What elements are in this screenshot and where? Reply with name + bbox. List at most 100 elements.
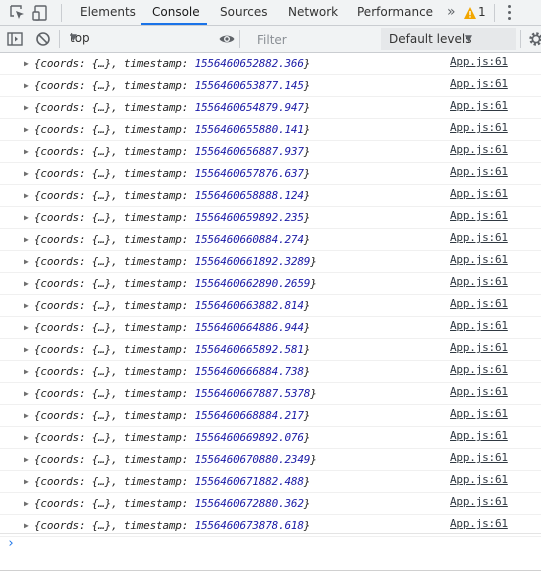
expand-triangle-icon[interactable]: ▶ — [24, 119, 29, 140]
expand-triangle-icon[interactable]: ▶ — [24, 251, 29, 272]
eye-icon[interactable] — [218, 30, 236, 48]
source-link[interactable]: App.js:61 — [450, 205, 508, 226]
expand-triangle-icon[interactable]: ▶ — [24, 383, 29, 404]
expand-triangle-icon[interactable]: ▶ — [24, 471, 29, 492]
log-entry[interactable]: ▶ {coords: {…}, timestamp: 1556460662890.… — [0, 273, 541, 295]
expand-triangle-icon[interactable]: ▶ — [24, 295, 29, 316]
expand-triangle-icon[interactable]: ▶ — [24, 405, 29, 426]
source-link[interactable]: App.js:61 — [450, 491, 508, 512]
more-tabs-button[interactable]: » — [447, 0, 456, 25]
source-link[interactable]: App.js:61 — [450, 183, 508, 204]
source-link[interactable]: App.js:61 — [450, 161, 508, 182]
log-entry[interactable]: ▶ {coords: {…}, timestamp: 1556460659892.… — [0, 207, 541, 229]
tab-performance[interactable]: Performance — [357, 0, 433, 25]
source-link[interactable]: App.js:61 — [450, 315, 508, 336]
log-message[interactable]: {coords: {…}, timestamp: 1556460666884.7… — [34, 361, 310, 382]
inspect-element-icon[interactable] — [9, 4, 27, 22]
source-link[interactable]: App.js:61 — [450, 469, 508, 490]
log-message[interactable]: {coords: {…}, timestamp: 1556460665892.5… — [34, 339, 310, 360]
expand-triangle-icon[interactable]: ▶ — [24, 163, 29, 184]
log-entry[interactable]: ▶ {coords: {…}, timestamp: 1556460666884.… — [0, 361, 541, 383]
source-link[interactable]: App.js:61 — [450, 381, 508, 402]
warning-count[interactable]: 1 — [478, 0, 486, 25]
log-entry[interactable]: ▶ {coords: {…}, timestamp: 1556460668884.… — [0, 405, 541, 427]
expand-triangle-icon[interactable]: ▶ — [24, 207, 29, 228]
log-entry[interactable]: ▶ {coords: {…}, timestamp: 1556460672880.… — [0, 493, 541, 515]
log-entry[interactable]: ▶ {coords: {…}, timestamp: 1556460665892.… — [0, 339, 541, 361]
log-entry[interactable]: ▶ {coords: {…}, timestamp: 1556460660884.… — [0, 229, 541, 251]
source-link[interactable]: App.js:61 — [450, 403, 508, 424]
tab-console[interactable]: Console — [152, 0, 200, 25]
filter-input[interactable] — [248, 29, 380, 50]
expand-triangle-icon[interactable]: ▶ — [24, 229, 29, 250]
log-message[interactable]: {coords: {…}, timestamp: 1556460660884.2… — [34, 229, 310, 250]
log-message[interactable]: {coords: {…}, timestamp: 1556460654879.9… — [34, 97, 310, 118]
log-entry[interactable]: ▶ {coords: {…}, timestamp: 1556460664886.… — [0, 317, 541, 339]
log-message[interactable]: {coords: {…}, timestamp: 1556460652882.3… — [34, 53, 310, 74]
expand-triangle-icon[interactable]: ▶ — [24, 339, 29, 360]
expand-triangle-icon[interactable]: ▶ — [24, 97, 29, 118]
source-link[interactable]: App.js:61 — [450, 51, 508, 72]
log-message[interactable]: {coords: {…}, timestamp: 1556460667887.5… — [34, 383, 317, 404]
source-link[interactable]: App.js:61 — [450, 117, 508, 138]
log-message[interactable]: {coords: {…}, timestamp: 1556460659892.2… — [34, 207, 310, 228]
expand-triangle-icon[interactable]: ▶ — [24, 273, 29, 294]
log-message[interactable]: {coords: {…}, timestamp: 1556460657876.6… — [34, 163, 310, 184]
expand-triangle-icon[interactable]: ▶ — [24, 449, 29, 470]
log-entry[interactable]: ▶ {coords: {…}, timestamp: 1556460658888.… — [0, 185, 541, 207]
log-message[interactable]: {coords: {…}, timestamp: 1556460668884.2… — [34, 405, 310, 426]
tab-network[interactable]: Network — [288, 0, 338, 25]
log-entry[interactable]: ▶ {coords: {…}, timestamp: 1556460655880.… — [0, 119, 541, 141]
log-message[interactable]: {coords: {…}, timestamp: 1556460670880.2… — [34, 449, 317, 470]
log-levels-dropdown[interactable]: Default levels ▼ — [381, 28, 516, 50]
log-message[interactable]: {coords: {…}, timestamp: 1556460663882.8… — [34, 295, 310, 316]
console-prompt[interactable]: › — [0, 533, 541, 555]
source-link[interactable]: App.js:61 — [450, 513, 508, 534]
expand-triangle-icon[interactable]: ▶ — [24, 317, 29, 338]
expand-triangle-icon[interactable]: ▶ — [24, 141, 29, 162]
expand-triangle-icon[interactable]: ▶ — [24, 493, 29, 514]
source-link[interactable]: App.js:61 — [450, 95, 508, 116]
log-entry[interactable]: ▶ {coords: {…}, timestamp: 1556460657876.… — [0, 163, 541, 185]
log-message[interactable]: {coords: {…}, timestamp: 1556460655880.1… — [34, 119, 310, 140]
log-entry[interactable]: ▶ {coords: {…}, timestamp: 1556460652882.… — [0, 53, 541, 75]
expand-triangle-icon[interactable]: ▶ — [24, 185, 29, 206]
warning-icon[interactable] — [463, 5, 477, 19]
expand-triangle-icon[interactable]: ▶ — [24, 427, 29, 448]
log-entry[interactable]: ▶ {coords: {…}, timestamp: 1556460653877.… — [0, 75, 541, 97]
source-link[interactable]: App.js:61 — [450, 271, 508, 292]
source-link[interactable]: App.js:61 — [450, 73, 508, 94]
log-message[interactable]: {coords: {…}, timestamp: 1556460669892.0… — [34, 427, 310, 448]
source-link[interactable]: App.js:61 — [450, 447, 508, 468]
log-entry[interactable]: ▶ {coords: {…}, timestamp: 1556460671882.… — [0, 471, 541, 493]
log-message[interactable]: {coords: {…}, timestamp: 1556460672880.3… — [34, 493, 310, 514]
gear-icon[interactable] — [527, 30, 541, 48]
expand-triangle-icon[interactable]: ▶ — [24, 53, 29, 74]
source-link[interactable]: App.js:61 — [450, 139, 508, 160]
log-entry[interactable]: ▶ {coords: {…}, timestamp: 1556460667887.… — [0, 383, 541, 405]
log-message[interactable]: {coords: {…}, timestamp: 1556460661892.3… — [34, 251, 317, 272]
log-entry[interactable]: ▶ {coords: {…}, timestamp: 1556460669892.… — [0, 427, 541, 449]
expand-triangle-icon[interactable]: ▶ — [24, 75, 29, 96]
log-message[interactable]: {coords: {…}, timestamp: 1556460658888.1… — [34, 185, 310, 206]
tab-elements[interactable]: Elements — [80, 0, 136, 25]
context-selector[interactable]: top ▼ — [61, 28, 237, 49]
log-message[interactable]: {coords: {…}, timestamp: 1556460664886.9… — [34, 317, 310, 338]
log-message[interactable]: {coords: {…}, timestamp: 1556460656887.9… — [34, 141, 310, 162]
log-message[interactable]: {coords: {…}, timestamp: 1556460662890.2… — [34, 273, 317, 294]
log-message[interactable]: {coords: {…}, timestamp: 1556460671882.4… — [34, 471, 310, 492]
log-entry[interactable]: ▶ {coords: {…}, timestamp: 1556460663882.… — [0, 295, 541, 317]
source-link[interactable]: App.js:61 — [450, 227, 508, 248]
log-entry[interactable]: ▶ {coords: {…}, timestamp: 1556460670880.… — [0, 449, 541, 471]
log-entry[interactable]: ▶ {coords: {…}, timestamp: 1556460656887.… — [0, 141, 541, 163]
source-link[interactable]: App.js:61 — [450, 249, 508, 270]
expand-triangle-icon[interactable]: ▶ — [24, 361, 29, 382]
sidebar-toggle-icon[interactable] — [6, 30, 24, 48]
source-link[interactable]: App.js:61 — [450, 293, 508, 314]
log-message[interactable]: {coords: {…}, timestamp: 1556460653877.1… — [34, 75, 310, 96]
clear-console-icon[interactable] — [34, 30, 52, 48]
log-entry[interactable]: ▶ {coords: {…}, timestamp: 1556460661892.… — [0, 251, 541, 273]
source-link[interactable]: App.js:61 — [450, 359, 508, 380]
tab-sources[interactable]: Sources — [220, 0, 267, 25]
device-toolbar-icon[interactable] — [32, 4, 50, 22]
